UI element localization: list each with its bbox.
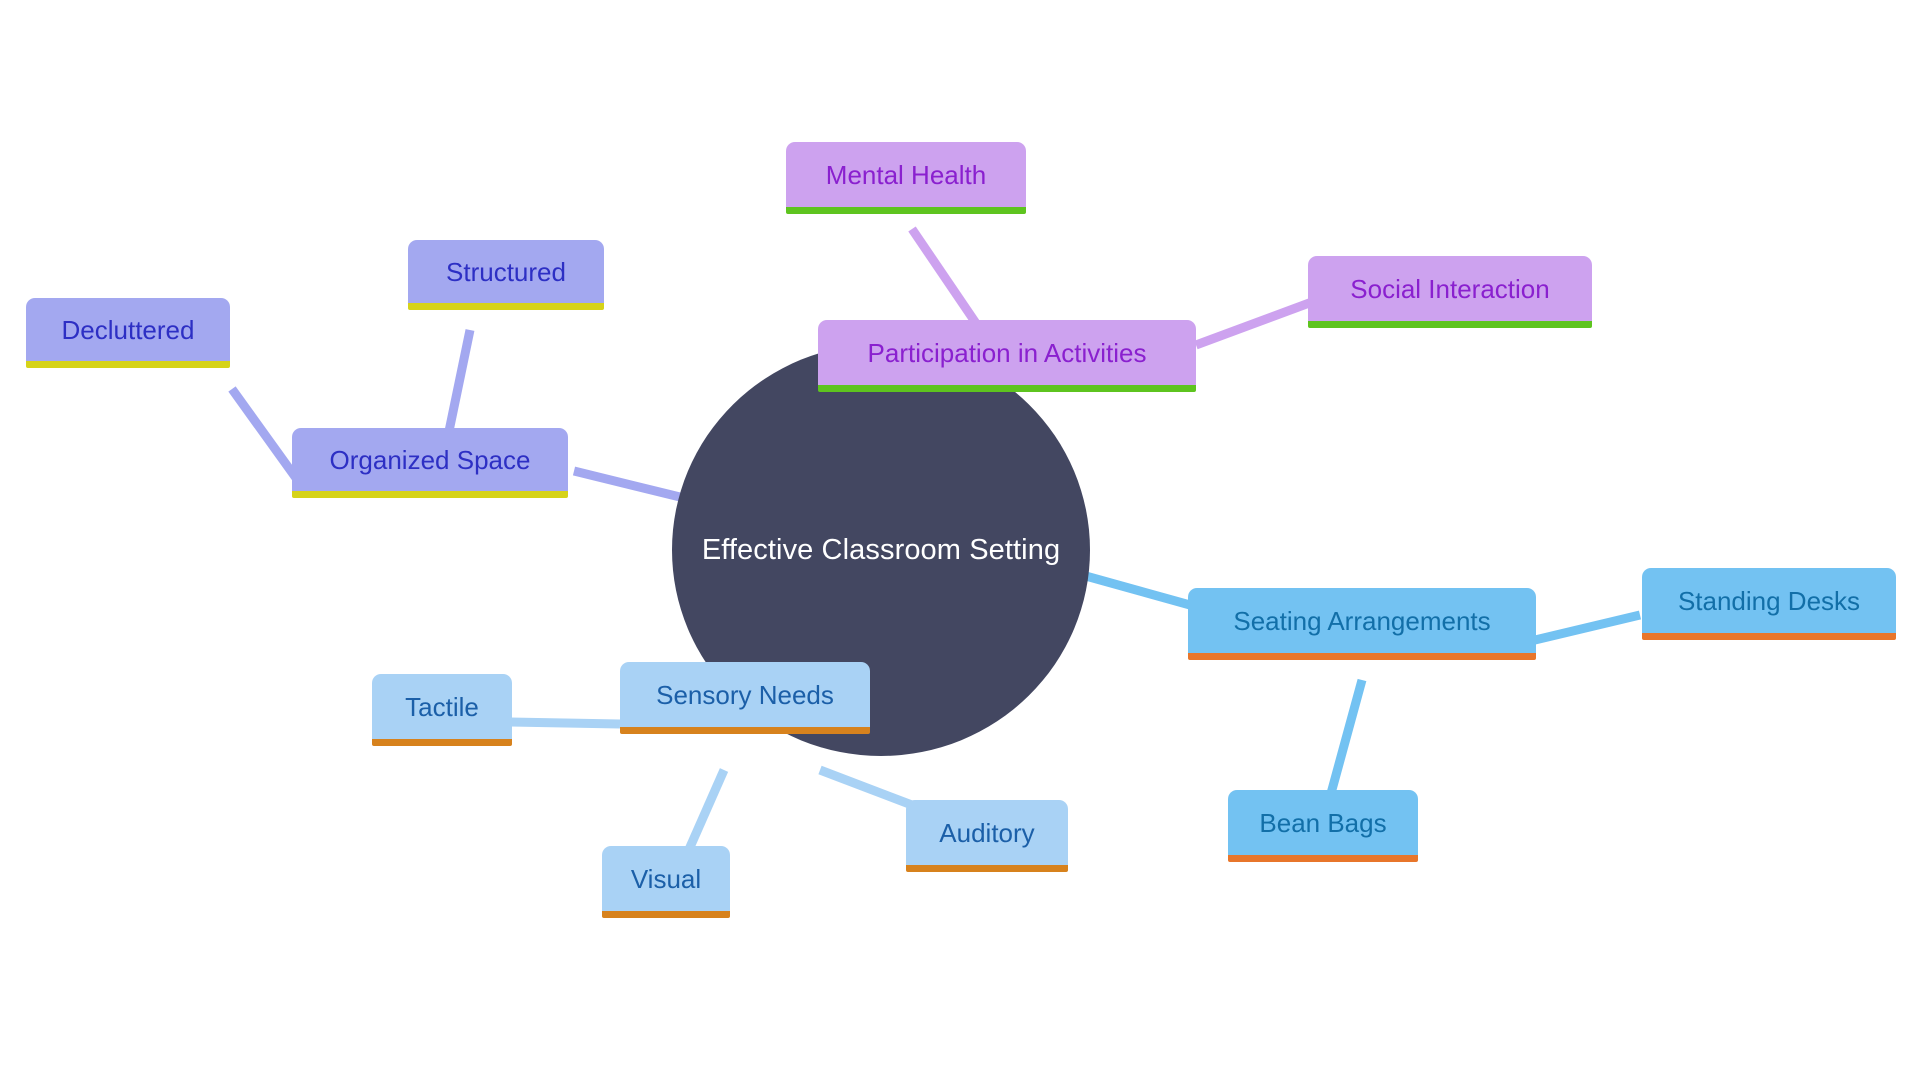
node-decluttered-label: Decluttered bbox=[61, 314, 195, 345]
node-standing-desks-label: Standing Desks bbox=[1677, 585, 1861, 616]
edge-root-seating bbox=[1073, 568, 1192, 610]
edge-seating-bean-bags bbox=[1325, 678, 1367, 799]
node-participation-in-activities-label: Participation in Activities bbox=[867, 337, 1147, 368]
root-node-label: Effective Classroom Setting bbox=[701, 533, 1061, 566]
node-decluttered[interactable]: Decluttered bbox=[26, 298, 230, 368]
node-structured-label: Structured bbox=[446, 256, 566, 287]
edge-organized-space-structured bbox=[443, 329, 475, 437]
node-participation-in-activities[interactable]: Participation in Activities bbox=[818, 320, 1196, 392]
mind-map-canvas: Effective Classroom Setting Organized Sp… bbox=[0, 0, 1920, 1080]
node-visual-label: Visual bbox=[630, 863, 702, 894]
edge-sensory-needs-tactile bbox=[509, 717, 621, 729]
node-organized-space[interactable]: Organized Space bbox=[292, 428, 568, 498]
node-standing-desks[interactable]: Standing Desks bbox=[1642, 568, 1896, 640]
node-structured[interactable]: Structured bbox=[408, 240, 604, 310]
node-auditory-label: Auditory bbox=[939, 817, 1035, 848]
node-social-interaction-label: Social Interaction bbox=[1350, 273, 1550, 304]
node-seating-arrangements[interactable]: Seating Arrangements bbox=[1188, 588, 1536, 660]
node-visual[interactable]: Visual bbox=[602, 846, 730, 918]
node-sensory-needs[interactable]: Sensory Needs bbox=[620, 662, 870, 734]
node-bean-bags-label: Bean Bags bbox=[1259, 807, 1387, 838]
node-social-interaction[interactable]: Social Interaction bbox=[1308, 256, 1592, 328]
node-sensory-needs-label: Sensory Needs bbox=[656, 679, 834, 710]
edge-organized-space-decluttered bbox=[228, 386, 300, 481]
node-tactile-label: Tactile bbox=[405, 691, 479, 722]
edge-participation-social-interaction bbox=[1194, 294, 1322, 350]
node-organized-space-label: Organized Space bbox=[329, 444, 531, 475]
node-mental-health[interactable]: Mental Health bbox=[786, 142, 1026, 214]
node-tactile[interactable]: Tactile bbox=[372, 674, 512, 746]
node-bean-bags[interactable]: Bean Bags bbox=[1228, 790, 1418, 862]
edge-root-organized-space bbox=[572, 466, 682, 502]
edge-seating-standing-desks bbox=[1533, 610, 1642, 645]
node-auditory[interactable]: Auditory bbox=[906, 800, 1068, 872]
node-mental-health-label: Mental Health bbox=[825, 159, 987, 190]
node-seating-arrangements-label: Seating Arrangements bbox=[1233, 605, 1491, 636]
